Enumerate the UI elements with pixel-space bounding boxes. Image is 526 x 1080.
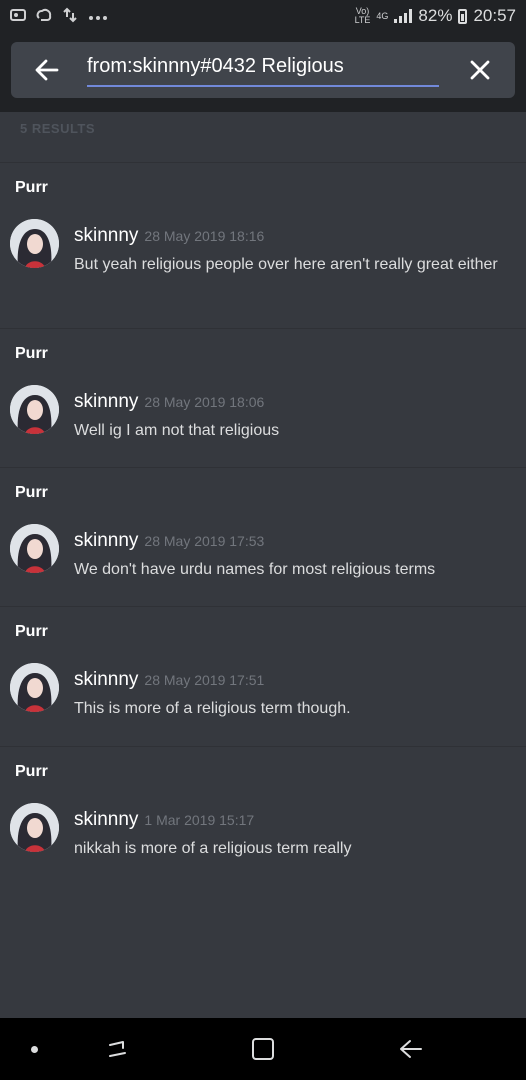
message-timestamp: 28 May 2019 18:16 — [144, 228, 265, 244]
clock: 20:57 — [473, 6, 516, 25]
avatar[interactable] — [10, 385, 59, 434]
message-content: nikkah is more of a religious term reall… — [74, 840, 352, 857]
author-name[interactable]: skinnny — [74, 391, 138, 412]
signal-icon — [394, 9, 413, 23]
search-bar — [11, 42, 515, 98]
message-content: This is more of a religious term though. — [74, 700, 351, 717]
dot-icon[interactable] — [31, 1046, 38, 1053]
message-content: We don't have urdu names for most religi… — [74, 561, 436, 578]
search-result[interactable]: Purr skinnny 28 May 2019 18:06 Well ig I … — [0, 328, 526, 468]
search-result[interactable]: Purr skinnny 1 Mar 2019 15:17 nikkah is m… — [0, 746, 526, 887]
avatar[interactable] — [10, 803, 59, 852]
more-icon — [88, 8, 108, 24]
avatar[interactable] — [10, 663, 59, 712]
search-result[interactable]: Purr skinnny 28 May 2019 17:53 We don't h… — [0, 467, 526, 607]
channel-name: Purr — [15, 345, 48, 362]
author-name[interactable]: skinnny — [74, 809, 138, 830]
channel-name: Purr — [15, 623, 48, 640]
author-name[interactable]: skinnny — [74, 669, 138, 690]
channel-name: Purr — [15, 763, 48, 780]
volte-bottom-label: LTE — [354, 15, 371, 25]
message-author: skinnny 28 May 2019 18:06 — [74, 391, 264, 413]
gallery-icon — [10, 8, 26, 25]
system-nav-bar — [0, 1018, 526, 1080]
battery-percent: 82% — [418, 6, 453, 25]
arrow-left-icon[interactable] — [33, 56, 61, 84]
search-header — [0, 32, 526, 112]
search-input[interactable] — [87, 51, 439, 87]
message-author: skinnny 28 May 2019 18:16 — [74, 225, 264, 247]
status-left-icons — [10, 7, 108, 26]
message-author: skinnny 28 May 2019 17:53 — [74, 530, 264, 552]
author-name[interactable]: skinnny — [74, 225, 138, 246]
network-type: 4G — [376, 10, 389, 21]
message-content: But yeah religious people over here aren… — [74, 256, 498, 273]
recents-icon[interactable] — [103, 1034, 133, 1064]
home-icon[interactable] — [250, 1036, 276, 1062]
close-icon[interactable] — [466, 56, 494, 84]
message-timestamp: 28 May 2019 18:06 — [144, 394, 265, 410]
cloud-icon — [36, 8, 52, 25]
search-result[interactable]: Purr skinnny 28 May 2019 18:16 But yeah r… — [0, 162, 526, 329]
message-content: Well ig I am not that religious — [74, 422, 280, 439]
avatar[interactable] — [10, 524, 59, 573]
status-bar: Vo) LTE 4G 82% 20:57 — [0, 0, 526, 32]
channel-name: Purr — [15, 179, 48, 196]
message-author: skinnny 1 Mar 2019 15:17 — [74, 809, 254, 831]
message-timestamp: 1 Mar 2019 15:17 — [144, 812, 255, 828]
results-count: 5 RESULTS — [20, 121, 96, 136]
message-author: skinnny 28 May 2019 17:51 — [74, 669, 264, 691]
status-right-icons: Vo) LTE 4G 82% 20:57 — [355, 6, 516, 26]
volte-indicator: Vo) LTE — [355, 7, 371, 25]
author-name[interactable]: skinnny — [74, 530, 138, 551]
channel-name: Purr — [15, 484, 48, 501]
avatar[interactable] — [10, 219, 59, 268]
back-icon[interactable] — [397, 1034, 425, 1064]
message-timestamp: 28 May 2019 17:53 — [144, 533, 265, 549]
battery-icon — [458, 8, 468, 24]
data-transfer-icon — [62, 7, 78, 26]
search-result[interactable]: Purr skinnny 28 May 2019 17:51 This is mo… — [0, 606, 526, 747]
message-timestamp: 28 May 2019 17:51 — [144, 672, 265, 688]
